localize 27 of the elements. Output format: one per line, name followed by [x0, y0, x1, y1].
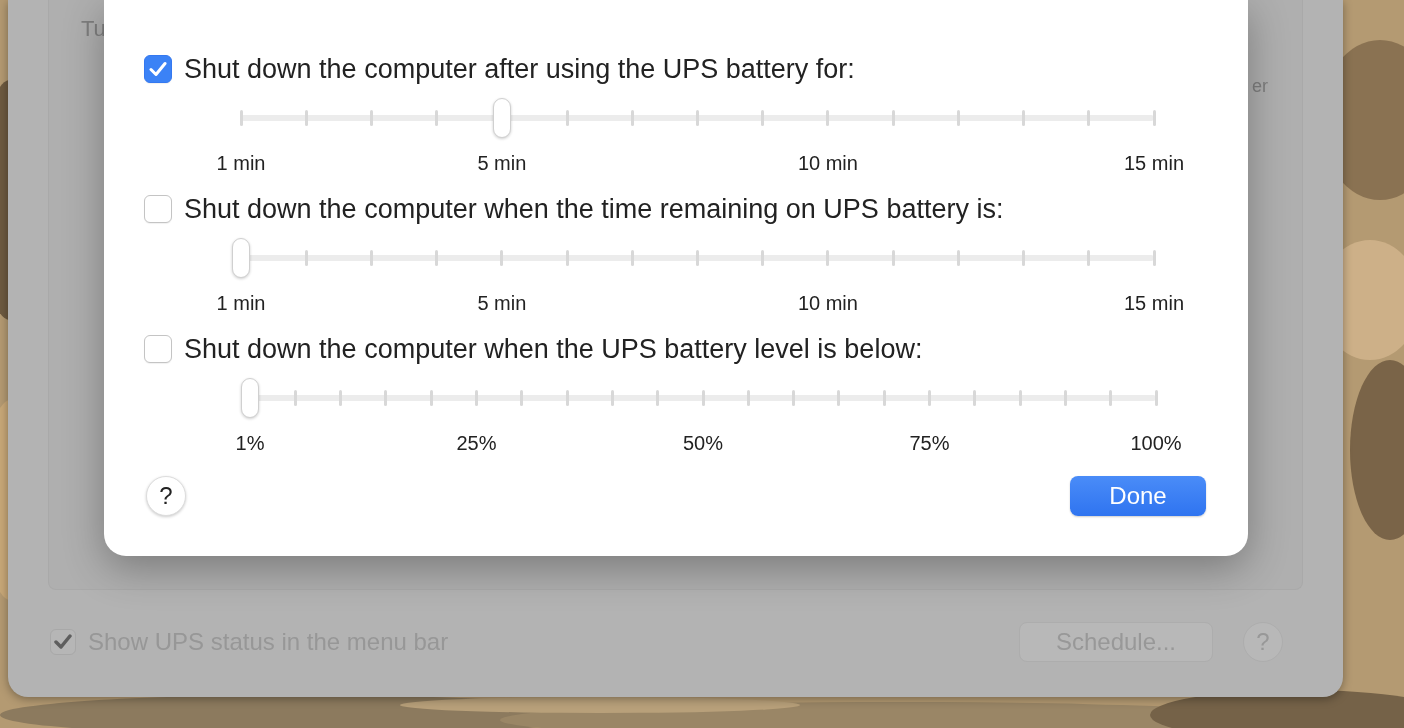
scale-label: 5 min [477, 292, 527, 315]
scale-label: 15 min [1124, 292, 1184, 315]
scale-label: 10 min [797, 292, 858, 315]
scale-label: 25% [456, 432, 497, 455]
scale-label: 75% [909, 432, 950, 455]
checkmark-icon [54, 634, 72, 650]
checkbox[interactable] [144, 335, 172, 363]
checkbox[interactable] [144, 55, 172, 83]
scale-label: 100% [1130, 432, 1182, 455]
scale-label: 5 min [477, 152, 527, 175]
done-button[interactable]: Done [1070, 476, 1206, 516]
scale-label: 1 min [216, 292, 266, 315]
checkbox-label: Shut down the computer when the UPS battery level is below: [184, 333, 923, 365]
slider-thumb[interactable] [241, 378, 259, 418]
checkmark-icon [149, 61, 167, 77]
scale-label: 1 min [216, 152, 266, 175]
checkbox-label: Shut down the computer after using the UPS battery for: [184, 53, 855, 85]
scale-label: 10 min [797, 152, 858, 175]
scale-label: 1% [235, 432, 265, 455]
slider-thumb[interactable] [232, 238, 250, 278]
scale-label: 50% [683, 432, 723, 455]
scale-label: 15 min [1124, 152, 1184, 175]
help-button[interactable]: ? [146, 476, 186, 516]
slider-thumb[interactable] [492, 98, 511, 138]
checkbox-label: Shut down the computer when the time remaining on UPS battery is: [184, 193, 1004, 225]
checkbox[interactable] [50, 629, 76, 655]
checkbox[interactable] [144, 195, 172, 223]
